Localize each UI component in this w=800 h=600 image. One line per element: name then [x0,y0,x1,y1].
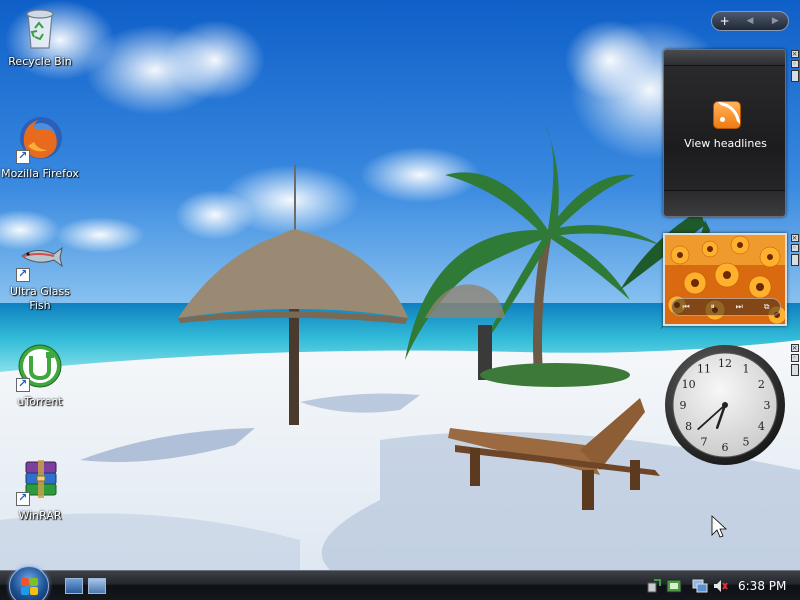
network-icon[interactable] [666,578,682,594]
pause-button[interactable]: ⏸ [711,299,715,315]
notification-area: 6:38 PM [646,571,800,600]
start-button[interactable] [9,566,49,600]
windows-logo-icon [21,578,39,596]
close-icon[interactable]: × [790,234,799,242]
volume-muted-icon[interactable] [712,578,728,594]
options-icon[interactable]: ◦ [790,244,799,252]
drag-handle-icon[interactable] [790,254,799,266]
slideshow-gadget[interactable]: ⏮ ⏸ ⏭ ⧉ [663,233,787,326]
add-gadget-button[interactable]: + [712,12,737,30]
clock-numeral: 7 [701,435,708,448]
gadget-footer [664,190,785,216]
drag-handle-icon[interactable] [790,364,799,376]
desktop-icon-label: WinRAR [18,509,62,522]
next-picture-button[interactable]: ⏭ [736,299,743,315]
next-page-button[interactable]: ▶ [763,12,788,30]
desktop-icon-label: Mozilla Firefox [1,167,79,180]
options-icon[interactable]: ◦ [790,354,799,362]
clock-numeral: 6 [722,441,729,454]
clock-numeral: 8 [685,420,692,433]
desktop-icon-label: Ultra Glass Fish [10,285,70,312]
gadget-header [664,50,785,66]
winrar-icon [16,458,64,506]
previous-page-button[interactable]: ◀ [737,12,762,30]
clock-face: 12 12 3 45 6 78 9 1011 [665,345,785,465]
shortcut-arrow-icon [16,267,30,282]
clock-numeral: 12 [718,357,732,370]
desktop-icon-recycle-bin[interactable]: Recycle Bin [0,4,80,69]
desktop-icon-label: Recycle Bin [8,55,72,68]
drag-handle-icon[interactable] [790,70,799,82]
display-icon[interactable] [692,578,708,594]
desktop-icon-utorrent[interactable]: uTorrent [0,344,80,409]
sidebar-controls: + ◀ ▶ [711,11,789,31]
rss-icon [713,101,741,129]
fish-icon [16,234,64,282]
view-headlines-link[interactable]: View headlines [664,137,787,150]
desktop-icon-label: uTorrent [17,395,63,408]
desktop-icon-ultra-glass-fish[interactable]: Ultra Glass Fish [0,234,80,313]
feed-headlines-gadget[interactable]: View headlines [663,49,786,217]
gadget-toolbar: × ◦ [790,234,799,266]
switch-windows-icon[interactable] [88,578,106,594]
gadget-toolbar: × ◦ [790,344,799,376]
clock-numeral: 9 [680,399,687,412]
show-desktop-icon[interactable] [65,578,83,594]
previous-picture-button[interactable]: ⏮ [682,299,689,315]
slideshow-controls: ⏮ ⏸ ⏭ ⧉ [671,298,781,316]
shortcut-arrow-icon [16,491,30,506]
close-icon[interactable]: × [790,50,799,58]
shortcut-arrow-icon [16,377,30,392]
clock-numeral: 3 [764,399,771,412]
taskbar: 6:38 PM [0,566,800,600]
gadget-toolbar: × ◦ [790,50,799,82]
safely-remove-icon[interactable] [646,578,662,594]
firefox-icon [16,116,64,164]
options-icon[interactable]: ◦ [790,60,799,68]
close-icon[interactable]: × [790,344,799,352]
clock-numeral: 5 [743,435,750,448]
clock-gadget[interactable]: 12 1 2 3 4 5 6 7 8 9 10 11 [663,343,787,467]
clock-numeral: 1 [743,363,750,376]
desktop-icon-firefox[interactable]: Mozilla Firefox [0,116,80,181]
desktop-icon-winrar[interactable]: WinRAR [0,458,80,523]
view-picture-button[interactable]: ⧉ [764,299,770,315]
shortcut-arrow-icon [16,149,30,164]
clock-numeral: 2 [758,378,765,391]
recycle-bin-icon [16,4,64,52]
clock-numeral: 4 [758,420,765,433]
clock-numeral: 11 [697,363,711,376]
clock-numeral: 10 [682,378,696,391]
system-clock[interactable]: 6:38 PM [738,579,786,593]
utorrent-icon [16,344,64,392]
